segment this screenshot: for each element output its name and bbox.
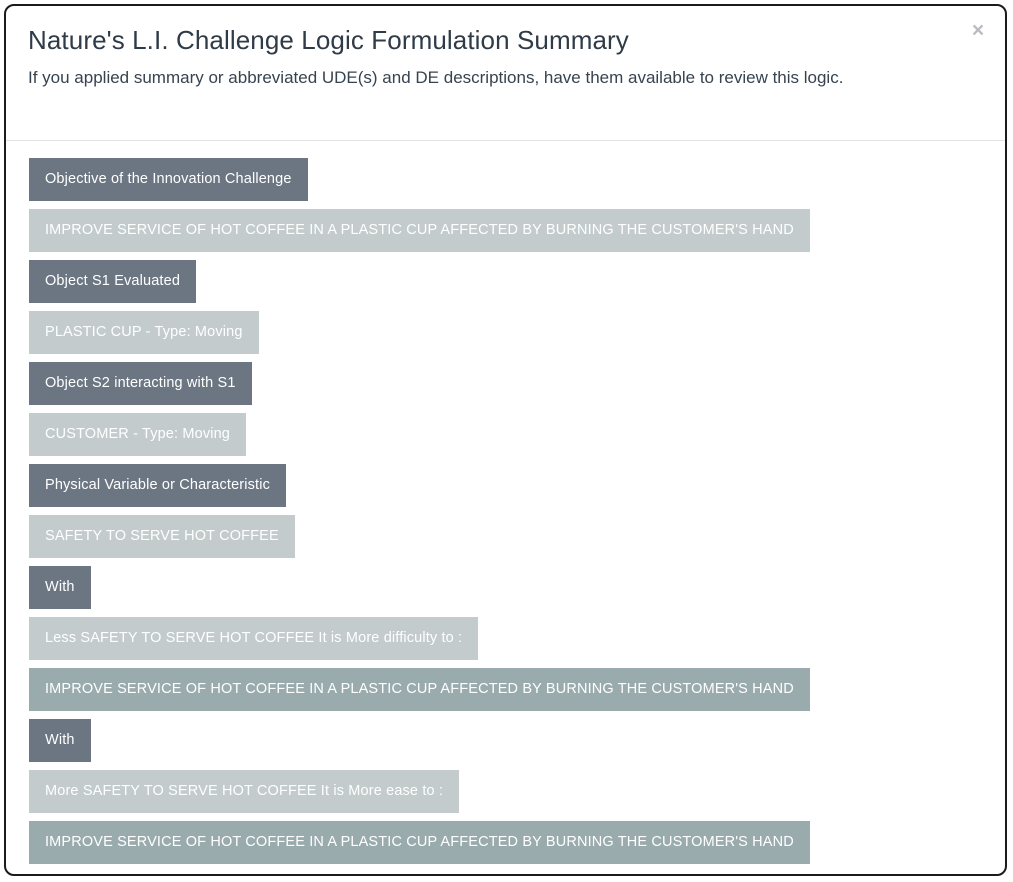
logic-row: Less SAFETY TO SERVE HOT COFFEE It is Mo… [29,617,479,660]
logic-row: More SAFETY TO SERVE HOT COFFEE It is Mo… [29,770,460,813]
logic-row: Physical Variable or Characteristic [29,464,286,507]
logic-row: Object S2 interacting with S1 [29,362,252,405]
logic-row: IMPROVE SERVICE OF HOT COFFEE IN A PLAST… [29,209,810,252]
logic-row: With [29,719,91,762]
logic-row: IMPROVE SERVICE OF HOT COFFEE IN A PLAST… [29,821,810,864]
modal-subtitle: If you applied summary or abbreviated UD… [28,68,844,87]
logic-row: Object S1 Evaluated [29,260,197,303]
modal-header: Nature's L.I. Challenge Logic Formulatio… [6,6,1005,141]
close-icon[interactable]: × [965,18,991,44]
logic-summary-modal: Nature's L.I. Challenge Logic Formulatio… [4,4,1007,876]
logic-row: Objective of the Innovation Challenge [29,158,308,201]
logic-row: PLASTIC CUP - Type: Moving [29,311,259,354]
page-title: Nature's L.I. Challenge Logic Formulatio… [28,25,629,55]
logic-summary-list: Objective of the Innovation Challenge IMP… [6,141,1005,864]
logic-row: CUSTOMER - Type: Moving [29,413,247,456]
logic-row: With [29,566,91,609]
logic-row: IMPROVE SERVICE OF HOT COFFEE IN A PLAST… [29,668,810,711]
logic-row: SAFETY TO SERVE HOT COFFEE [29,515,295,558]
